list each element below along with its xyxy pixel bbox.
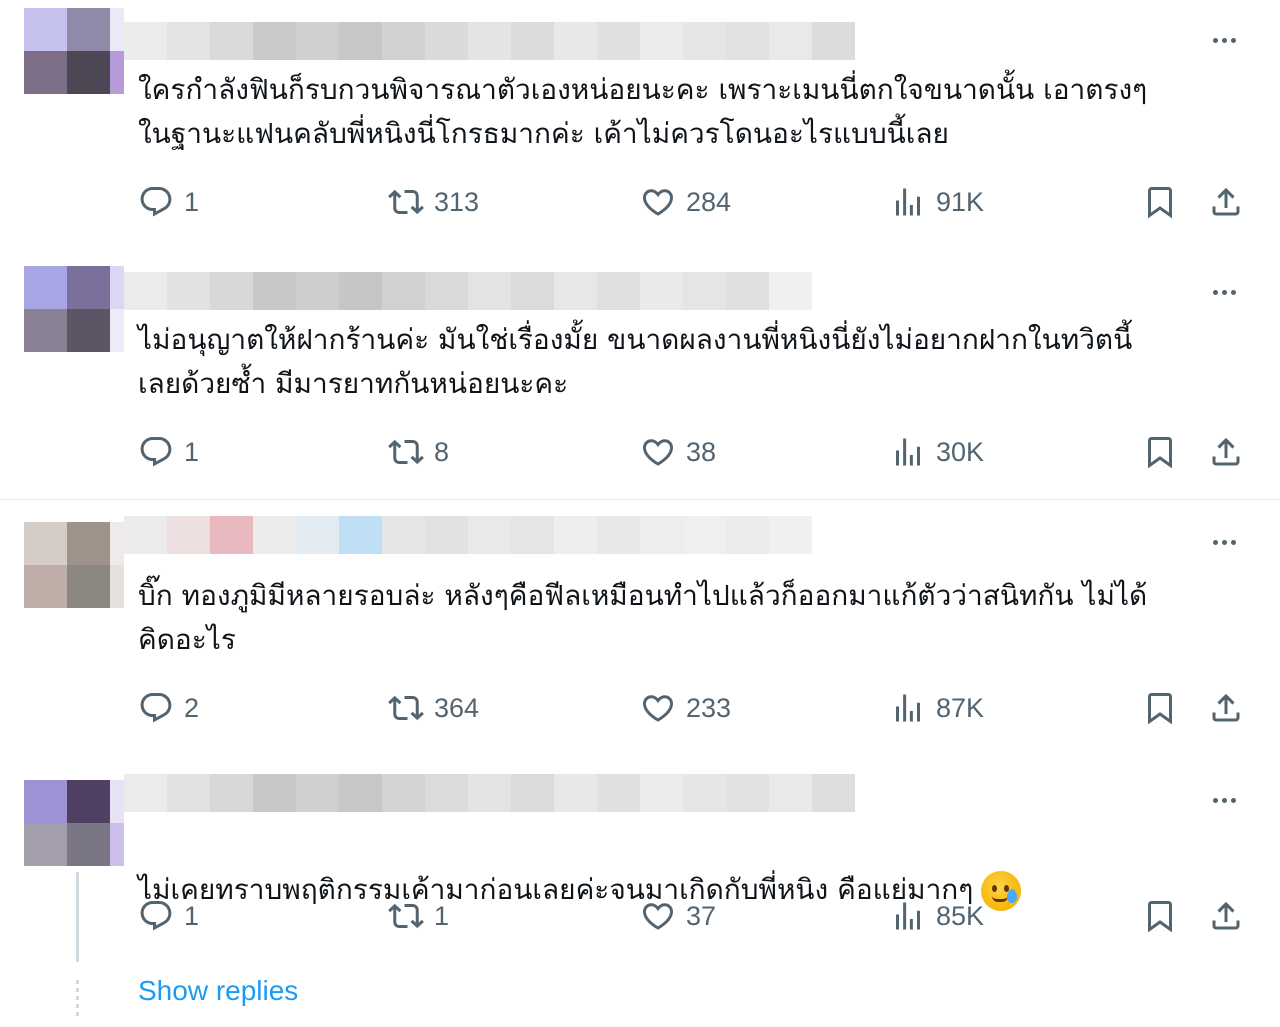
bookmark-icon bbox=[1148, 901, 1172, 933]
retweet-button[interactable]: 1 bbox=[388, 894, 449, 938]
share-button[interactable] bbox=[1208, 430, 1244, 474]
more-icon[interactable] bbox=[1206, 788, 1242, 812]
reply-button[interactable]: 1 bbox=[138, 180, 199, 224]
tweet-actions: 2 364 233 87K bbox=[138, 686, 1248, 730]
reply-icon bbox=[140, 901, 172, 931]
share-icon bbox=[1212, 901, 1240, 930]
show-replies-link[interactable]: Show replies bbox=[138, 975, 298, 1007]
tweet-text: ใครกำลังฟินก็รบกวนพิจารณาตัวเองหน่อยนะคะ… bbox=[138, 73, 1148, 150]
avatar[interactable] bbox=[24, 522, 110, 608]
username-redacted bbox=[124, 516, 812, 554]
avatar[interactable] bbox=[24, 8, 110, 94]
tweet-actions: 1 313 284 91K bbox=[138, 180, 1248, 224]
bookmark-icon bbox=[1148, 187, 1172, 219]
retweet-button[interactable]: 8 bbox=[388, 430, 449, 474]
views-button[interactable]: 85K bbox=[890, 894, 984, 938]
views-icon bbox=[896, 694, 920, 722]
share-button[interactable] bbox=[1208, 686, 1244, 730]
tweet-text: ไม่อนุญาตให้ฝากร้านค่ะ มันใช่เรื่องมั้ย … bbox=[138, 323, 1133, 400]
like-button[interactable]: 37 bbox=[640, 894, 716, 938]
views-button[interactable]: 91K bbox=[890, 180, 984, 224]
bookmark-icon bbox=[1148, 693, 1172, 725]
avatar[interactable] bbox=[24, 780, 110, 866]
tweet-1[interactable]: ใครกำลังฟินก็รบกวนพิจารณาตัวเองหน่อยนะคะ… bbox=[0, 0, 1280, 250]
username-redacted bbox=[124, 774, 855, 812]
share-icon bbox=[1212, 693, 1240, 722]
reply-button[interactable]: 1 bbox=[138, 894, 199, 938]
more-icon[interactable] bbox=[1206, 530, 1242, 554]
views-icon bbox=[896, 188, 920, 216]
bookmark-button[interactable] bbox=[1142, 180, 1178, 224]
like-icon bbox=[642, 439, 674, 466]
tweet-3[interactable]: บิ๊ก ทองภูมิมีหลายรอบล่ะ หลังๆคือฟีลเหมื… bbox=[0, 508, 1280, 758]
share-button[interactable] bbox=[1208, 894, 1244, 938]
retweet-icon bbox=[388, 189, 424, 215]
like-button[interactable]: 233 bbox=[640, 686, 731, 730]
retweet-icon bbox=[388, 695, 424, 721]
reply-icon bbox=[140, 187, 172, 217]
divider bbox=[0, 499, 1280, 500]
retweet-icon bbox=[388, 903, 424, 929]
retweet-icon bbox=[388, 439, 424, 465]
like-icon bbox=[642, 189, 674, 216]
like-button[interactable]: 38 bbox=[640, 430, 716, 474]
views-icon bbox=[896, 438, 920, 466]
username-redacted bbox=[124, 272, 812, 310]
like-icon bbox=[642, 903, 674, 930]
share-icon bbox=[1212, 187, 1240, 216]
more-icon[interactable] bbox=[1206, 28, 1242, 52]
reply-button[interactable]: 1 bbox=[138, 430, 199, 474]
bookmark-icon bbox=[1148, 437, 1172, 469]
share-button[interactable] bbox=[1208, 180, 1244, 224]
tweet-4[interactable]: ไม่เคยทราบพฤติกรรมเค้ามาก่อนเลยค่ะจนมาเก… bbox=[0, 766, 1280, 966]
username-redacted bbox=[124, 22, 855, 60]
retweet-button[interactable]: 364 bbox=[388, 686, 479, 730]
thread-dots bbox=[76, 980, 79, 1020]
bookmark-button[interactable] bbox=[1142, 430, 1178, 474]
tweet-actions: 1 1 37 85K bbox=[138, 894, 1248, 938]
views-icon bbox=[896, 902, 920, 930]
reply-feed: ใครกำลังฟินก็รบกวนพิจารณาตัวเองหน่อยนะคะ… bbox=[0, 0, 1280, 1027]
share-icon bbox=[1212, 437, 1240, 466]
avatar[interactable] bbox=[24, 266, 110, 352]
bookmark-button[interactable] bbox=[1142, 894, 1178, 938]
like-button[interactable]: 284 bbox=[640, 180, 731, 224]
tweet-actions: 1 8 38 30K bbox=[138, 430, 1248, 474]
views-button[interactable]: 30K bbox=[890, 430, 984, 474]
bookmark-button[interactable] bbox=[1142, 686, 1178, 730]
views-button[interactable]: 87K bbox=[890, 686, 984, 730]
reply-button[interactable]: 2 bbox=[138, 686, 199, 730]
tweet-text: บิ๊ก ทองภูมิมีหลายรอบล่ะ หลังๆคือฟีลเหมื… bbox=[138, 579, 1148, 656]
reply-icon bbox=[140, 693, 172, 723]
like-icon bbox=[642, 695, 674, 722]
tweet-2[interactable]: ไม่อนุญาตให้ฝากร้านค่ะ มันใช่เรื่องมั้ย … bbox=[0, 258, 1280, 498]
more-icon[interactable] bbox=[1206, 280, 1242, 304]
retweet-button[interactable]: 313 bbox=[388, 180, 479, 224]
thread-line bbox=[76, 872, 79, 962]
reply-icon bbox=[140, 437, 172, 467]
